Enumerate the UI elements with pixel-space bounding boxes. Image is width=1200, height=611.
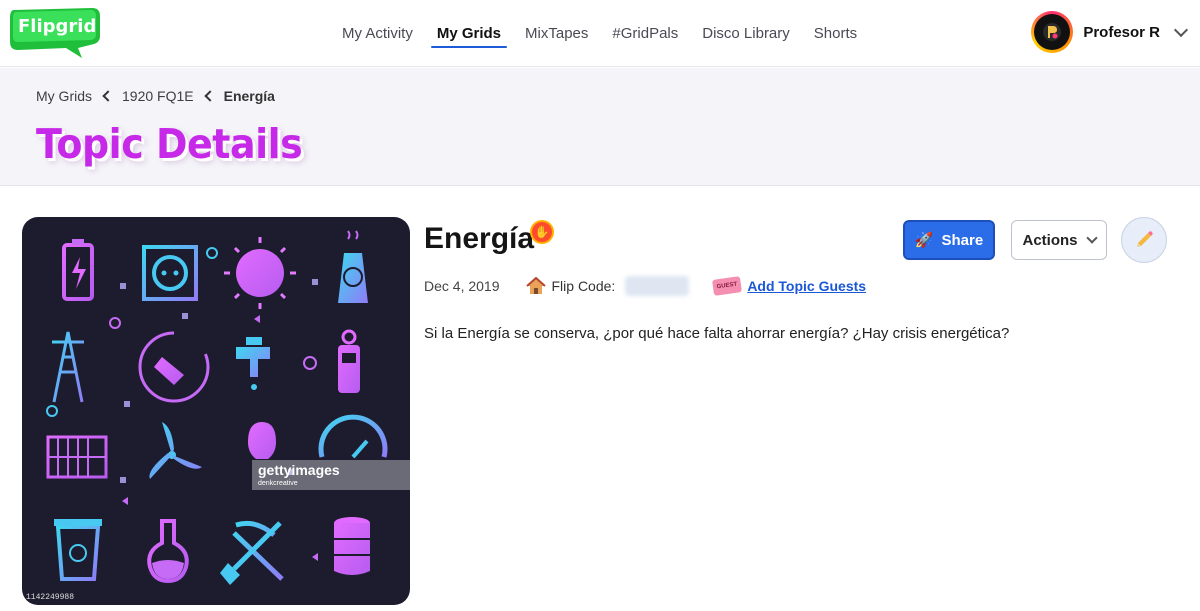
chevron-down-icon — [1085, 231, 1098, 244]
rocket-icon: 🚀 — [914, 232, 934, 249]
page-title: Topic Details — [36, 120, 303, 168]
topic-meta: Dec 4, 2019 Flip Code: GUEST Add Topic G… — [424, 276, 866, 296]
add-topic-guests-link[interactable]: Add Topic Guests — [747, 278, 866, 294]
topic-date: Dec 4, 2019 — [424, 278, 500, 294]
ticket-icon: GUEST — [712, 276, 743, 296]
flip-code-value[interactable] — [625, 276, 690, 296]
energy-icons-illustration — [46, 230, 388, 585]
topic-title: Energía — [424, 222, 535, 255]
watermark-credit: denkcreative — [258, 480, 298, 487]
watermark-text: gettyimages — [258, 462, 340, 478]
actions-label: Actions — [1022, 231, 1078, 249]
share-button[interactable]: 🚀 Share — [903, 220, 995, 260]
nav-shorts[interactable]: Shorts — [802, 0, 869, 67]
pencil-icon — [1137, 231, 1153, 247]
actions-button[interactable]: Actions — [1011, 220, 1107, 260]
avatar[interactable] — [1031, 11, 1074, 53]
breadcrumb-current: Energía — [223, 88, 275, 104]
house-icon — [525, 277, 546, 294]
logo-text: Flipgrid — [18, 16, 96, 37]
topic-prompt: Si la Energía se conserva, ¿por qué hace… — [424, 325, 1010, 342]
edit-button[interactable] — [1121, 217, 1167, 263]
share-label: Share — [941, 231, 984, 249]
nav-my-activity[interactable]: My Activity — [330, 0, 425, 67]
nav-mixtapes[interactable]: MixTapes — [513, 0, 600, 67]
breadcrumb: My Grids 1920 FQ1E Energía — [36, 88, 275, 104]
nav-my-grids[interactable]: My Grids — [425, 0, 513, 67]
flip-code: Flip Code: — [525, 276, 690, 296]
flip-code-label: Flip Code: — [551, 278, 616, 294]
photo-id: 1142249988 — [26, 593, 75, 602]
chevron-left-icon — [102, 90, 114, 102]
profile-name[interactable]: Profesor R — [1083, 24, 1160, 41]
avatar-image — [1043, 23, 1062, 41]
main-nav: My Activity My Grids MixTapes #GridPals … — [330, 0, 869, 67]
chevron-left-icon — [203, 90, 216, 102]
breadcrumb-grid[interactable]: 1920 FQ1E — [122, 88, 194, 104]
raised-hand-icon: ✋ — [530, 220, 554, 244]
top-navigation-bar: Flipgrid My Activity My Grids MixTapes #… — [0, 0, 1200, 67]
breadcrumb-my-grids[interactable]: My Grids — [36, 88, 92, 104]
flipgrid-logo[interactable]: Flipgrid — [8, 6, 102, 58]
add-topic-guests[interactable]: GUEST Add Topic Guests — [712, 276, 866, 296]
page-header: My Grids 1920 FQ1E Energía Topic Details — [0, 68, 1200, 186]
nav-disco-library[interactable]: Disco Library — [690, 0, 802, 67]
chevron-down-icon[interactable] — [1173, 22, 1189, 37]
topic-media-image[interactable]: gettyimages denkcreative 1142249988 — [22, 217, 410, 605]
nav-gridpals[interactable]: #GridPals — [600, 0, 690, 67]
profile-menu[interactable]: Profesor R — [1031, 10, 1189, 54]
getty-watermark: gettyimages denkcreative — [252, 460, 410, 490]
